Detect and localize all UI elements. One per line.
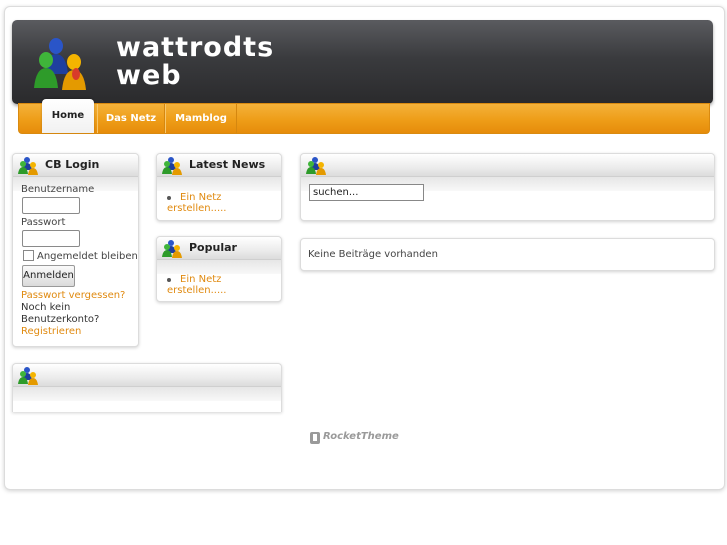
search-module: suchen...	[300, 153, 715, 221]
empty-module	[12, 363, 282, 412]
remember-checkbox[interactable]	[23, 250, 34, 261]
nav-item-home[interactable]: Home	[42, 99, 94, 133]
popular-link[interactable]: Ein Netz erstellen.....	[167, 274, 227, 296]
search-input[interactable]: suchen...	[309, 184, 424, 201]
remember-label: Angemeldet bleiben	[37, 251, 138, 262]
no-account-text-2: Benutzerkonto?	[21, 314, 100, 325]
login-button[interactable]: Anmelden	[22, 265, 75, 287]
popular-module: Popular Ein Netz erstellen.....	[156, 236, 282, 302]
site-logo-text[interactable]: wattrodts web	[116, 34, 274, 90]
bullet	[167, 196, 171, 200]
module-subheader	[157, 260, 281, 274]
users-icon	[162, 240, 182, 258]
footer-brand: RocketTheme	[323, 431, 399, 442]
password-field[interactable]	[22, 230, 80, 247]
module-header: Popular	[157, 237, 281, 260]
users-icon	[306, 157, 326, 175]
list-item[interactable]: Ein Netz erstellen.....	[167, 192, 281, 214]
rocket-icon	[310, 432, 320, 444]
username-field[interactable]	[22, 197, 80, 214]
module-header: CB Login	[13, 154, 138, 177]
no-account-text: Noch kein	[21, 302, 71, 313]
module-title: Latest News	[189, 158, 266, 171]
forgot-password-link[interactable]: Passwort vergessen?	[21, 290, 125, 301]
nav-item-das-netz[interactable]: Das Netz	[97, 104, 165, 133]
main-navigation: Home Das Netz Mamblog	[18, 99, 710, 134]
logo-line2: web	[116, 60, 182, 91]
module-subheader	[13, 387, 281, 401]
users-icon	[162, 157, 182, 175]
news-link[interactable]: Ein Netz erstellen.....	[167, 192, 227, 214]
content-module: Keine Beiträge vorhanden	[300, 238, 715, 271]
logo-line1: wattrodts	[116, 32, 275, 63]
module-header	[13, 364, 281, 387]
module-header: Latest News	[157, 154, 281, 177]
password-label: Passwort	[21, 217, 66, 228]
module-subheader	[157, 177, 281, 191]
latest-news-module: Latest News Ein Netz erstellen.....	[156, 153, 282, 221]
register-link[interactable]: Registrieren	[21, 326, 81, 337]
users-icon	[18, 157, 38, 175]
module-header	[301, 154, 714, 177]
users-icon	[18, 367, 38, 385]
username-label: Benutzername	[21, 184, 95, 195]
site-header: wattrodts web	[12, 20, 713, 104]
empty-content-text: Keine Beiträge vorhanden	[308, 249, 438, 260]
list-item[interactable]: Ein Netz erstellen.....	[167, 274, 281, 296]
people-icon	[34, 38, 86, 90]
cb-login-module: CB Login Benutzername Passwort Angemelde…	[12, 153, 139, 347]
rockettheme-logo[interactable]: RocketTheme	[309, 431, 421, 445]
nav-item-mamblog[interactable]: Mamblog	[165, 104, 237, 133]
module-title: Popular	[189, 241, 237, 254]
module-title: CB Login	[45, 158, 100, 171]
bullet	[167, 278, 171, 282]
